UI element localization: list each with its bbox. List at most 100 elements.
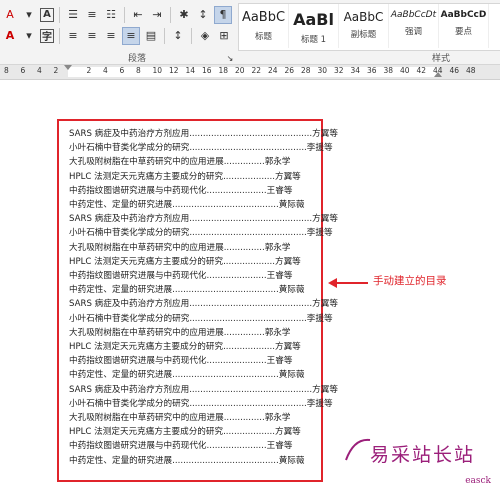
toc-line[interactable]: SARS 病症及中药治疗方剂应用........................… [69,383,338,395]
toc-author: 李援等 [306,313,333,324]
style-subtitle[interactable]: AaBbC 副标题 [339,4,389,48]
toc-title: HPLC 法测定天元克痛方主要成分的研究 [69,256,224,267]
line-spacing-icon[interactable]: ↕ [170,28,186,44]
toc-line[interactable]: HPLC 法测定天元克痛方主要成分的研究...................方… [69,170,301,182]
watermark-main: 易采站长站 [370,444,476,466]
increase-indent-icon[interactable]: ⇥ [149,7,165,23]
styles-more-icon[interactable] [489,4,500,48]
separator [59,27,60,44]
paragraph-launcher-icon[interactable]: ↘ [222,50,238,66]
toc-author: 方翼等 [274,342,301,352]
numbering-icon[interactable]: ≡ [84,7,100,23]
align-center-icon[interactable]: ≡ [84,28,100,44]
ruler-number: 24 [268,66,278,75]
chinese-layout-icon[interactable]: ✱ [176,7,192,23]
toc-line[interactable]: SARS 病症及中药治疗方剂应用........................… [69,297,338,309]
bullets-icon[interactable]: ☰ [65,7,81,23]
paragraph-group-label: 段落 [128,54,147,64]
toc-leader-dots: ............... [223,157,265,168]
toc-author: 黄际薇 [278,455,305,466]
enclose-character-icon[interactable]: 字 [40,28,54,43]
right-indent-marker[interactable] [434,72,442,77]
toc-line[interactable]: 小叶石楠中苷类化学成分的研究..........................… [69,226,333,238]
toc-line[interactable]: SARS 病症及中药治疗方剂应用........................… [69,212,338,224]
toc-title: 小叶石楠中苷类化学成分的研究 [69,143,190,154]
ruler-number: 10 [152,66,163,75]
style-name: 要点 [454,26,472,37]
toc-line[interactable]: HPLC 法测定天元克痛方主要成分的研究...................方… [69,255,301,267]
toc-line[interactable]: 中药指纹图谱研究进展与中药现代化......................王睿… [69,354,292,366]
separator [164,27,165,44]
toc-line[interactable]: 小叶石楠中苷类化学成分的研究..........................… [69,397,333,409]
decrease-indent-icon[interactable]: ⇤ [130,7,146,23]
toc-leader-dots: ........................................… [189,143,307,154]
align-right-icon[interactable]: ≡ [103,28,119,44]
toc-author: 方翼等 [274,171,301,182]
toc-title: SARS 病症及中药治疗方剂应用 [69,299,190,310]
borders-icon[interactable]: ⊞ [216,28,232,44]
toc-author: 郭永学 [264,157,291,168]
style-heading-1[interactable]: AaBl 标题 1 [289,4,339,48]
toc-line[interactable]: HPLC 法测定天元克痛方主要成分的研究...................方… [69,340,301,352]
toc-leader-dots: ............... [223,413,265,423]
toc-line[interactable]: 小叶石楠中苷类化学成分的研究..........................… [69,312,333,324]
horizontal-ruler[interactable]: 8 6 4 2 2 4 6 8 10 12 14 16 18 20 22 24 26 28 30 32 34 36 38 40… [0,65,500,80]
toc-title: 小叶石楠中苷类化学成分的研究 [69,313,190,324]
style-name: 副标题 [350,30,377,41]
distributed-icon[interactable]: ▤ [143,28,159,44]
justify-icon[interactable]: ≡ [122,26,140,45]
toc-title: 中药指纹图谱研究进展与中药现代化 [69,185,207,196]
toc-line[interactable]: 中药指纹图谱研究进展与中药现代化......................王睿… [69,439,292,451]
toc-line[interactable]: 小叶石楠中苷类化学成分的研究..........................… [69,141,333,153]
character-border-icon[interactable]: A [40,7,54,22]
toc-line[interactable]: 大孔吸附树脂在中草药研究中的应用进展...............郭永学 [69,155,290,167]
style-emphasis[interactable]: AaBbCcDt 强调 [389,4,439,48]
toc-line[interactable]: 中药定性、定量的研究进展............................… [69,454,304,466]
ruler-number: 22 [251,66,262,75]
toc-line[interactable]: 大孔吸附树脂在中草药研究中的应用进展...............郭永学 [69,411,290,423]
toc-title: 中药定性、定量的研究进展 [69,285,173,296]
toc-leader-dots: ....................................... [172,455,279,466]
style-strong[interactable]: AaBbCcD 要点 [439,4,489,48]
ruler-number: 2 [86,66,92,75]
sort-icon[interactable]: ↕ [195,7,211,23]
align-left-icon[interactable]: ≡ [65,28,81,44]
toc-author: 郭永学 [264,413,291,423]
highlight-icon[interactable]: ▾ [21,7,37,23]
toc-title: 中药定性、定量的研究进展 [69,370,173,381]
toc-line[interactable]: 中药定性、定量的研究进展............................… [69,368,304,380]
toc-title: 中药指纹图谱研究进展与中药现代化 [69,441,207,452]
toc-title: HPLC 法测定天元克痛方主要成分的研究 [69,171,224,182]
multilevel-list-icon[interactable]: ☷ [103,7,119,23]
toc-title: 大孔吸附树脂在中草药研究中的应用进展 [69,327,224,338]
font-color-icon[interactable]: A [2,7,18,23]
toc-author: 郭永学 [264,327,291,338]
dropdown-icon[interactable]: ▾ [21,28,37,44]
toc-line[interactable]: 中药定性、定量的研究进展............................… [69,198,304,210]
shading-icon[interactable]: ◈ [197,28,213,44]
toc-line[interactable]: 大孔吸附树脂在中草药研究中的应用进展...............郭永学 [69,241,290,253]
toc-author: 方翼等 [274,427,301,438]
toc-leader-dots: ........................................… [189,228,307,239]
style-title[interactable]: AaBbC 标题 [239,4,289,48]
font-color-red-icon[interactable]: A [2,28,18,44]
styles-group-label: 样式 [432,54,451,64]
toc-leader-dots: ........................................… [189,299,313,310]
toc-line[interactable]: SARS 病症及中药治疗方剂应用........................… [69,127,338,139]
toc-leader-dots: ....................................... [172,285,279,296]
toc-title: 小叶石楠中苷类化学成分的研究 [69,398,190,409]
watermark-curl-icon [345,438,371,461]
show-marks-icon[interactable]: ¶ [214,5,232,24]
toc-line[interactable]: 中药指纹图谱研究进展与中药现代化......................王睿… [69,269,292,281]
toc-line[interactable]: 大孔吸附树脂在中草药研究中的应用进展...............郭永学 [69,326,290,338]
styles-gallery[interactable]: AaBbC 标题 AaBl 标题 1 AaBbC 副标题 AaBbCcDt 强调… [238,3,500,51]
ruler-number: 8 [4,66,9,75]
toc-line[interactable]: 中药定性、定量的研究进展............................… [69,283,304,295]
ruler-number: 36 [367,66,377,75]
toc-line[interactable]: HPLC 法测定天元克痛方主要成分的研究...................方… [69,425,301,437]
first-line-indent-marker[interactable] [64,65,72,70]
toc-line[interactable]: 中药指纹图谱研究进展与中药现代化......................王睿… [69,184,292,196]
ruler-number: 4 [37,66,42,75]
font-row-1: A ▾ A ☰ ≡ ☷ ⇤ ⇥ ✱ ↕ ¶ [2,5,232,24]
toc-title: 大孔吸附树脂在中草药研究中的应用进展 [69,157,224,168]
